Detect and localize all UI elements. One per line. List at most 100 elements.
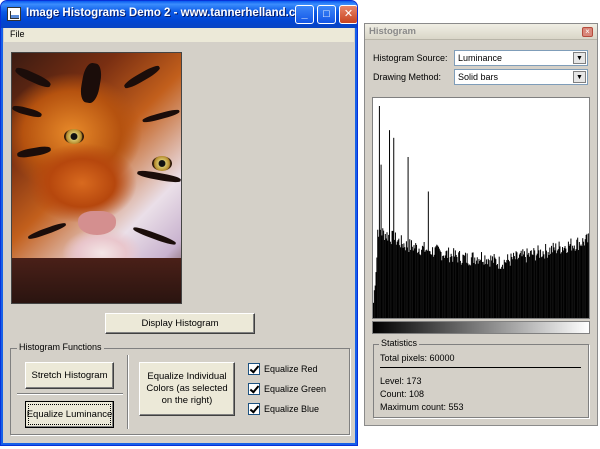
display-histogram-button[interactable]: Display Histogram [105,313,255,334]
histogram-bar [517,259,519,318]
histogram-bar [432,247,434,318]
histogram-bar [544,258,546,318]
histogram-bar [529,256,531,318]
histogram-bar [436,244,438,318]
histogram-bar [583,241,585,318]
chevron-down-icon[interactable]: ▼ [573,71,586,83]
histogram-bar [380,164,382,318]
checkbox-label: Equalize Red [264,364,318,374]
histogram-bar [398,238,400,318]
histogram-bar [394,239,396,318]
divider [17,393,123,394]
histogram-bar [573,245,575,318]
histogram-bar [434,247,436,318]
histogram-bar [476,257,478,318]
histogram-bar [580,244,582,318]
histogram-bar [535,255,537,318]
histogram-bar [519,252,521,318]
histogram-bar [499,268,501,318]
histogram-bar [395,244,397,318]
equalize-red-checkbox[interactable]: Equalize Red [248,362,318,376]
menu-file[interactable]: File [10,29,25,39]
equalize-blue-checkbox[interactable]: Equalize Blue [248,402,319,416]
histogram-bar [526,248,528,318]
histogram-bar [510,253,512,318]
histogram-bar [382,228,384,318]
histogram-bar [429,251,431,318]
histogram-bar [533,248,535,318]
equalize-colors-button[interactable]: Equalize Individual Colors (as selected … [139,362,235,416]
histogram-bar [448,247,450,318]
histogram-bar [384,233,386,318]
histogram-bar [578,250,580,318]
statistics-label: Statistics [379,338,420,348]
close-button[interactable]: ✕ [339,5,357,24]
histogram-bar [569,244,571,318]
drawing-method-select[interactable]: Solid bars ▼ [454,69,588,85]
close-icon[interactable]: × [582,27,593,37]
histogram-bar [557,249,559,318]
histogram-bar [475,264,477,318]
minimize-button[interactable]: _ [295,5,314,24]
equalize-green-checkbox[interactable]: Equalize Green [248,382,326,396]
menu-bar: File [4,28,354,42]
stretch-histogram-button[interactable]: Stretch Histogram [25,362,114,389]
histogram-bar [378,236,380,318]
histogram-bar [461,262,463,318]
histogram-bar [425,250,427,318]
histogram-bar [537,245,539,318]
chevron-down-icon[interactable]: ▼ [573,52,586,64]
divider [380,367,581,368]
histogram-bar [468,265,470,318]
histogram-bar [564,246,566,318]
group-label: Histogram Functions [17,342,104,352]
count-value: Count: 108 [380,389,425,399]
histogram-bar [416,244,418,318]
maximize-button[interactable]: □ [317,5,336,24]
histogram-bar [546,257,548,318]
checkbox-checked-icon[interactable] [248,363,260,375]
histogram-bar [530,250,532,318]
checkbox-label: Equalize Green [264,384,327,394]
titlebar[interactable]: Image Histograms Demo 2 - www.tannerhell… [1,1,357,28]
histogram-bar [503,259,505,318]
equalize-luminance-button[interactable]: Equalize Luminance [25,401,114,428]
histogram-titlebar[interactable]: Histogram × [365,24,597,40]
histogram-bar [508,261,510,318]
histogram-bar [587,242,589,318]
level-value: Level: 173 [380,376,422,386]
histogram-source-select[interactable]: Luminance ▼ [454,50,588,66]
histogram-bar [452,261,454,318]
histogram-bar [584,239,586,318]
histogram-bar [571,250,573,318]
histogram-bar [542,251,544,318]
histogram-bar [506,260,508,318]
histogram-bar [449,257,451,318]
histogram-bar [375,272,377,318]
histogram-bar [414,248,416,318]
histogram-bar [488,260,490,318]
histogram-bar [502,264,504,318]
checkbox-label: Equalize Blue [264,404,320,414]
histogram-bar [422,246,424,318]
histogram-bar [490,255,492,318]
histogram-source-value: Luminance [458,53,503,63]
histogram-bar [443,255,445,318]
histogram-bar [438,248,440,318]
histogram-bar [576,239,578,318]
histogram-bar [463,254,465,318]
histogram-bar [421,249,423,318]
histogram-bar [409,239,411,318]
histogram-bar [459,250,461,318]
histogram-bar [486,259,488,318]
histogram-bar [522,249,524,318]
checkbox-checked-icon[interactable] [248,403,260,415]
histogram-bar [445,251,447,318]
histogram-bar [454,250,456,318]
histogram-bar [481,261,483,318]
histogram-bar [479,260,481,318]
histogram-bar [549,247,551,318]
histogram-bar [497,264,499,318]
checkbox-checked-icon[interactable] [248,383,260,395]
histogram-bar [387,240,389,318]
